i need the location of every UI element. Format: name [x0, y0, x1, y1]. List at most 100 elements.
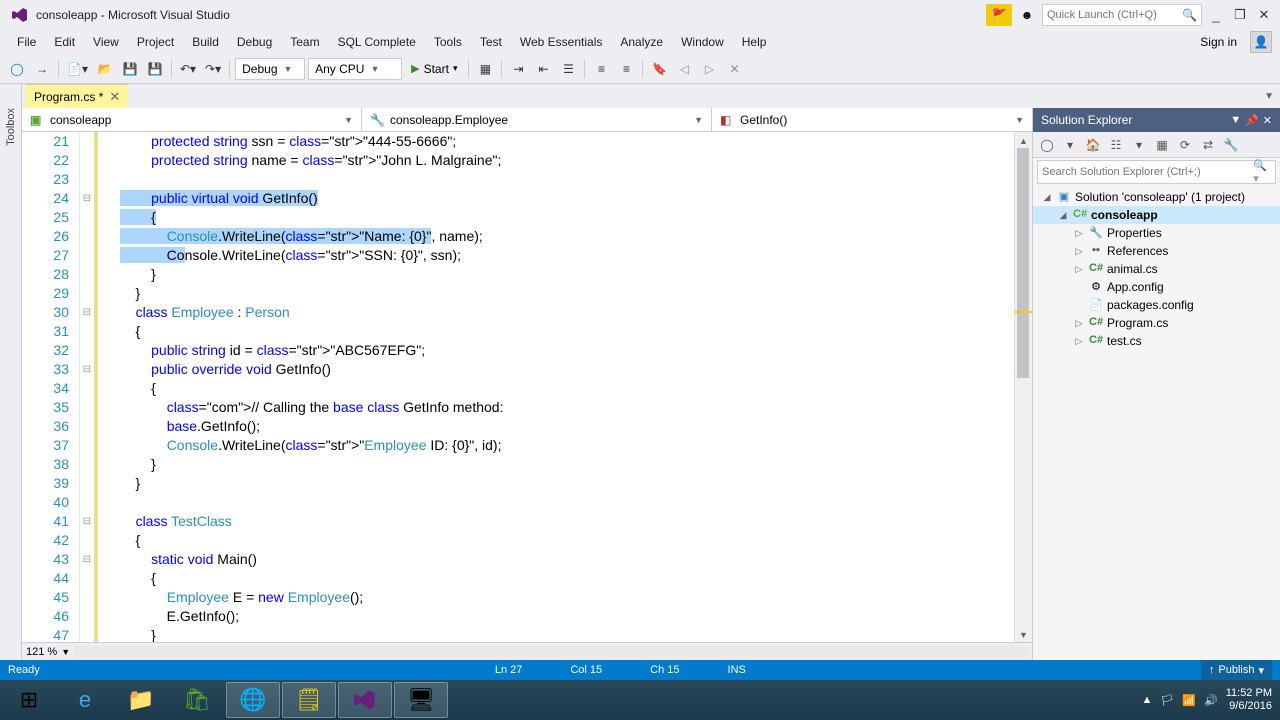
taskbar-vs[interactable]: [338, 682, 392, 718]
solution-search-input[interactable]: [1042, 166, 1253, 178]
system-tray[interactable]: ▲ 🏳 📶 🔊 11:52 PM9/6/2016: [1141, 687, 1278, 713]
nav-fwd-button[interactable]: →: [31, 58, 53, 80]
sol-showall-button[interactable]: ▦: [1152, 135, 1172, 155]
tb-btn-8[interactable]: ◁: [673, 58, 695, 80]
menu-help[interactable]: Help: [733, 32, 776, 52]
solution-tree[interactable]: ◢▣Solution 'consoleapp' (1 project) ◢C#c…: [1033, 186, 1280, 660]
menu-window[interactable]: Window: [672, 32, 733, 52]
undo-button[interactable]: ↶▾: [177, 58, 199, 80]
tab-overflow-button[interactable]: ▼: [1258, 91, 1280, 102]
tb-btn-6[interactable]: ≡: [615, 58, 637, 80]
menu-edit[interactable]: Edit: [45, 32, 84, 52]
tray-network-icon[interactable]: 📶: [1182, 694, 1196, 707]
tb-btn-3[interactable]: ⇤: [532, 58, 554, 80]
main-toolbar: ◯ → 📄▾ 📂 💾 💾 ↶▾ ↷▾ Debug▼ Any CPU▼ ▶Star…: [0, 54, 1280, 84]
publish-button[interactable]: ↑Publish▾: [1201, 660, 1272, 680]
close-tab-icon[interactable]: ✕: [109, 89, 120, 105]
file-tab-program[interactable]: Program.cs * ✕: [26, 84, 128, 108]
solution-explorer: Solution Explorer ▼📌✕ ◯ ▾ 🏠 ☷ ▾ ▦ ⟳ ⇄ 🔧 …: [1032, 108, 1280, 660]
taskbar-ie[interactable]: e: [58, 682, 112, 718]
avatar-icon[interactable]: 👤: [1250, 31, 1272, 53]
panel-close-icon[interactable]: ✕: [1263, 114, 1272, 127]
fold-column[interactable]: ⊟⊟⊟⊟⊟: [80, 132, 94, 642]
feedback-icon[interactable]: ☻: [1014, 4, 1040, 26]
tree-properties-node[interactable]: ▷🔧Properties: [1033, 224, 1280, 242]
close-button[interactable]: ✕: [1252, 4, 1276, 26]
panel-pin-icon[interactable]: 📌: [1245, 114, 1259, 127]
tray-volume-icon[interactable]: 🔊: [1204, 694, 1218, 707]
taskbar-chrome[interactable]: 🌐: [226, 682, 280, 718]
sol-btn-5[interactable]: ▾: [1129, 135, 1149, 155]
menu-build[interactable]: Build: [183, 32, 228, 52]
tree-file-animal[interactable]: ▷C#animal.cs: [1033, 260, 1280, 278]
start-button[interactable]: ⊞: [2, 682, 56, 718]
tb-btn-4[interactable]: ☰: [557, 58, 579, 80]
new-project-button[interactable]: 📄▾: [64, 58, 91, 80]
sol-fwd-button[interactable]: ▾: [1060, 135, 1080, 155]
restore-button[interactable]: ❐: [1228, 4, 1252, 26]
toolbox-rail[interactable]: Toolbox: [0, 108, 22, 660]
zoom-level[interactable]: 121 %: [26, 646, 57, 658]
tray-up-icon[interactable]: ▲: [1141, 694, 1152, 706]
menu-file[interactable]: File: [8, 32, 45, 52]
quick-launch-input[interactable]: 🔍: [1042, 4, 1202, 26]
menu-view[interactable]: View: [84, 32, 128, 52]
tree-solution-node[interactable]: ◢▣Solution 'consoleapp' (1 project): [1033, 188, 1280, 206]
quick-launch-textbox[interactable]: [1047, 9, 1182, 21]
taskbar-clock[interactable]: 11:52 PM9/6/2016: [1226, 687, 1272, 713]
sol-collapse-button[interactable]: ⇄: [1198, 135, 1218, 155]
menu-sqlcomplete[interactable]: SQL Complete: [329, 32, 425, 52]
taskbar-notes[interactable]: 🗒: [282, 682, 336, 718]
sol-back-button[interactable]: ◯: [1037, 135, 1057, 155]
vs-logo-icon: [10, 5, 30, 25]
tb-btn-5[interactable]: ≡: [590, 58, 612, 80]
tb-btn-9[interactable]: ▷: [698, 58, 720, 80]
nav-class-combo[interactable]: 🔧consoleapp.Employee▼: [362, 108, 712, 131]
vertical-scrollbar[interactable]: ▲ ▼: [1014, 132, 1032, 642]
taskbar-app[interactable]: 🖥: [394, 682, 448, 718]
tree-file-appconfig[interactable]: ⚙App.config: [1033, 278, 1280, 296]
nav-member-combo[interactable]: ◧GetInfo()▼: [712, 108, 1032, 131]
tb-btn-10[interactable]: ✕: [723, 58, 745, 80]
solution-toolbar: ◯ ▾ 🏠 ☷ ▾ ▦ ⟳ ⇄ 🔧: [1033, 132, 1280, 158]
tb-btn-7[interactable]: 🔖: [648, 58, 670, 80]
code-text[interactable]: protected string ssn = class="str">"444-…: [98, 132, 1014, 642]
taskbar-explorer[interactable]: 📁: [114, 682, 168, 718]
menu-team[interactable]: Team: [281, 32, 328, 52]
save-button[interactable]: 💾: [119, 58, 141, 80]
menu-tools[interactable]: Tools: [425, 32, 471, 52]
horizontal-scrollbar[interactable]: [74, 646, 1028, 658]
start-debug-button[interactable]: ▶Start▾: [405, 58, 463, 80]
tray-action-icon[interactable]: 🏳: [1160, 694, 1174, 707]
tree-file-packages[interactable]: 📄packages.config: [1033, 296, 1280, 314]
notifications-flag-icon[interactable]: 🚩: [986, 4, 1012, 26]
solution-explorer-title[interactable]: Solution Explorer ▼📌✕: [1033, 108, 1280, 132]
minimize-button[interactable]: _: [1204, 4, 1228, 26]
solution-search[interactable]: 🔍▾: [1037, 160, 1276, 184]
nav-back-button[interactable]: ◯: [6, 58, 28, 80]
redo-button[interactable]: ↷▾: [202, 58, 224, 80]
config-combo[interactable]: Debug▼: [235, 58, 305, 80]
tree-file-program[interactable]: ▷C#Program.cs: [1033, 314, 1280, 332]
tb-btn-1[interactable]: ▦: [474, 58, 496, 80]
platform-combo[interactable]: Any CPU▼: [308, 58, 402, 80]
save-all-button[interactable]: 💾: [144, 58, 166, 80]
menu-debug[interactable]: Debug: [228, 32, 281, 52]
open-file-button[interactable]: 📂: [94, 58, 116, 80]
taskbar-store[interactable]: 🛍: [170, 682, 224, 718]
sol-refresh-button[interactable]: ⟳: [1175, 135, 1195, 155]
sign-in-link[interactable]: Sign in: [1191, 32, 1246, 52]
nav-project-combo[interactable]: ▣consoleapp▼: [22, 108, 362, 131]
sol-properties-button[interactable]: 🔧: [1221, 135, 1241, 155]
sol-scope-button[interactable]: ☷: [1106, 135, 1126, 155]
tree-file-test[interactable]: ▷C#test.cs: [1033, 332, 1280, 350]
sol-home-button[interactable]: 🏠: [1083, 135, 1103, 155]
panel-dd-icon[interactable]: ▼: [1230, 114, 1241, 127]
tree-references-node[interactable]: ▷▪▪References: [1033, 242, 1280, 260]
menu-webessentials[interactable]: Web Essentials: [511, 32, 611, 52]
tree-project-node[interactable]: ◢C#consoleapp: [1033, 206, 1280, 224]
menu-project[interactable]: Project: [128, 32, 183, 52]
menu-test[interactable]: Test: [471, 32, 511, 52]
tb-btn-2[interactable]: ⇥: [507, 58, 529, 80]
menu-analyze[interactable]: Analyze: [611, 32, 672, 52]
